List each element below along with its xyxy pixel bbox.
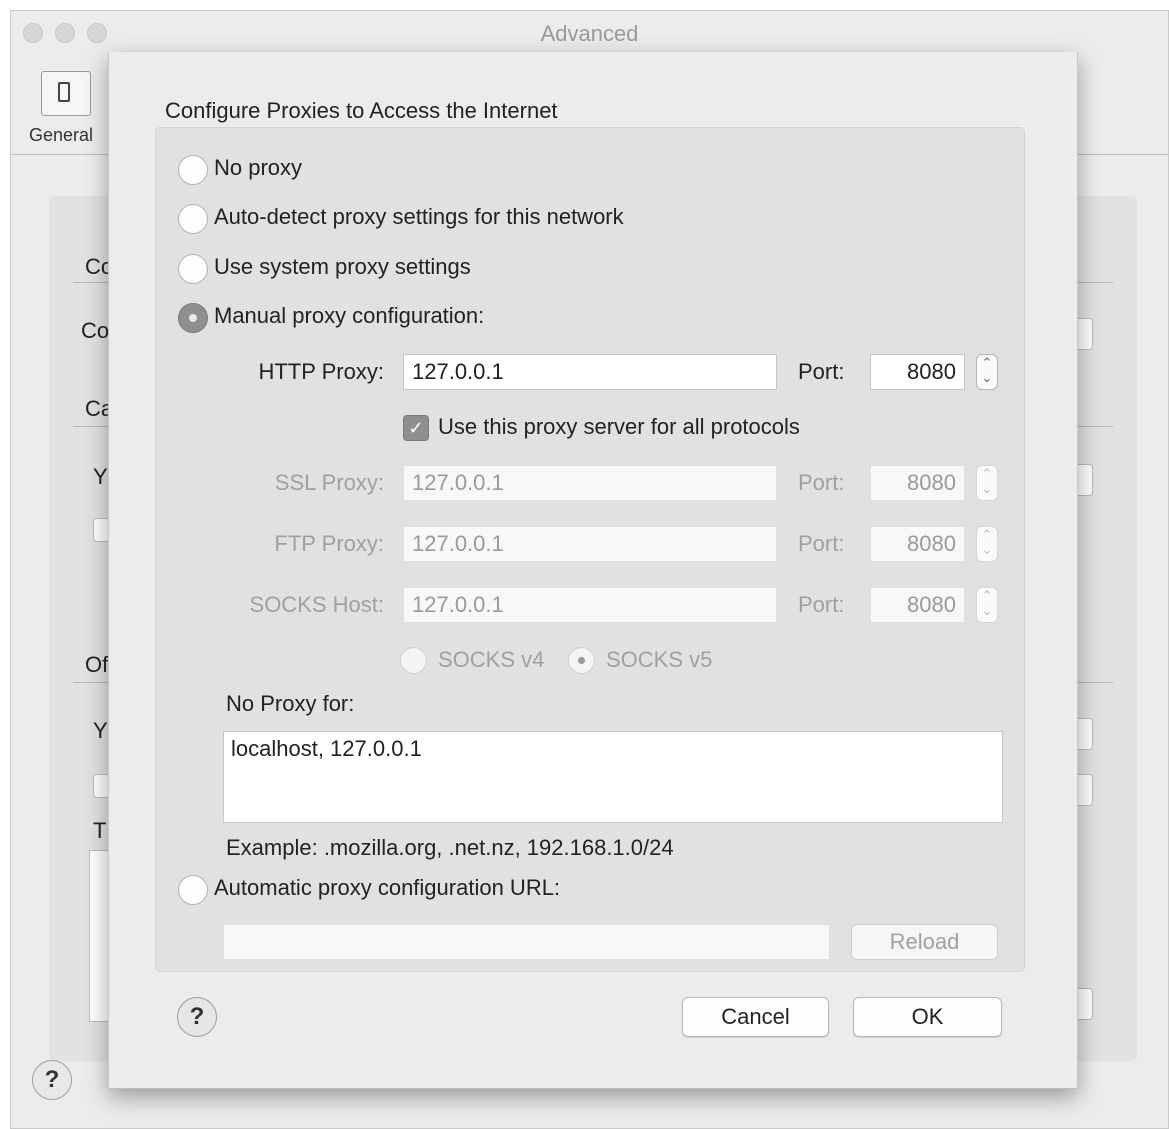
auto-proxy-url-input[interactable] (223, 924, 830, 960)
system-proxy-radio[interactable] (178, 254, 208, 284)
http-proxy-input[interactable]: 127.0.0.1 (403, 354, 777, 390)
cancel-button[interactable]: Cancel (682, 997, 829, 1037)
socks-host-input[interactable]: 127.0.0.1 (403, 587, 777, 623)
bg-label-configure: Co (81, 318, 110, 343)
use-for-all-checkbox[interactable]: ✓ (403, 415, 429, 441)
ssl-proxy-label: SSL Proxy: (274, 470, 384, 495)
connection-settings-sheet: Configure Proxies to Access the Internet… (108, 52, 1078, 1089)
ftp-port-input[interactable]: 8080 (870, 526, 965, 562)
http-port-label: Port: (798, 359, 845, 384)
bg-label-sites: T (93, 818, 107, 843)
window-title: Advanced (540, 21, 639, 46)
general-switch-icon (58, 82, 70, 102)
socks-v4-label[interactable]: SOCKS v4 (438, 647, 544, 673)
ssl-port-stepper[interactable]: ⌃ ⌄ (976, 465, 998, 501)
socks-port-input[interactable]: 8080 (870, 587, 965, 623)
bg-label-offline: Y (93, 718, 108, 743)
ftp-proxy-label: FTP Proxy: (274, 531, 384, 556)
socks-port-stepper[interactable]: ⌃ ⌄ (976, 587, 998, 623)
use-for-all-label[interactable]: Use this proxy server for all protocols (438, 414, 800, 440)
general-toolbar-button[interactable] (41, 71, 91, 116)
ftp-proxy-input[interactable]: 127.0.0.1 (403, 526, 777, 562)
ftp-port-stepper[interactable]: ⌃ ⌄ (976, 526, 998, 562)
bg-label-cache: Y (93, 464, 108, 489)
ok-button[interactable]: OK (853, 997, 1002, 1037)
socks-v5-radio[interactable] (568, 647, 595, 674)
manual-proxy-radio[interactable] (178, 303, 208, 333)
no-proxy-for-label: No Proxy for: (226, 691, 355, 716)
manual-proxy-label[interactable]: Manual proxy configuration: (214, 303, 484, 329)
auto-detect-label[interactable]: Auto-detect proxy settings for this netw… (214, 204, 624, 230)
ssl-port-input[interactable]: 8080 (870, 465, 965, 501)
auto-detect-radio[interactable] (178, 204, 208, 234)
title-bar: Advanced (11, 11, 1168, 55)
ssl-port-label: Port: (798, 470, 845, 495)
socks-port-label: Port: (798, 592, 845, 617)
http-proxy-label: HTTP Proxy: (258, 359, 384, 384)
socks-v4-radio[interactable] (400, 647, 427, 674)
socks-host-label: SOCKS Host: (249, 592, 384, 617)
ssl-proxy-input[interactable]: 127.0.0.1 (403, 465, 777, 501)
general-toolbar-label[interactable]: General (29, 125, 93, 146)
bg-heading-offline: Of (85, 652, 109, 677)
no-proxy-example-text: Example: .mozilla.org, .net.nz, 192.168.… (226, 835, 674, 860)
no-proxy-radio[interactable] (178, 155, 208, 185)
background-help-icon[interactable]: ? (32, 1060, 72, 1100)
auto-proxy-url-radio[interactable] (178, 875, 208, 905)
help-icon[interactable]: ? (177, 997, 217, 1037)
http-port-input[interactable]: 8080 (870, 354, 965, 390)
http-port-stepper[interactable]: ⌃ ⌄ (976, 354, 998, 390)
no-proxy-for-textarea[interactable]: localhost, 127.0.0.1 (223, 731, 1003, 823)
auto-proxy-url-label[interactable]: Automatic proxy configuration URL: (214, 875, 560, 901)
no-proxy-label[interactable]: No proxy (214, 155, 302, 181)
reload-button[interactable]: Reload (851, 924, 998, 960)
dialog-title: Configure Proxies to Access the Internet (165, 98, 558, 123)
ftp-port-label: Port: (798, 531, 845, 556)
socks-v5-label[interactable]: SOCKS v5 (606, 647, 712, 673)
proxy-options-group: No proxy Auto-detect proxy settings for … (155, 127, 1025, 972)
system-proxy-label[interactable]: Use system proxy settings (214, 254, 471, 280)
